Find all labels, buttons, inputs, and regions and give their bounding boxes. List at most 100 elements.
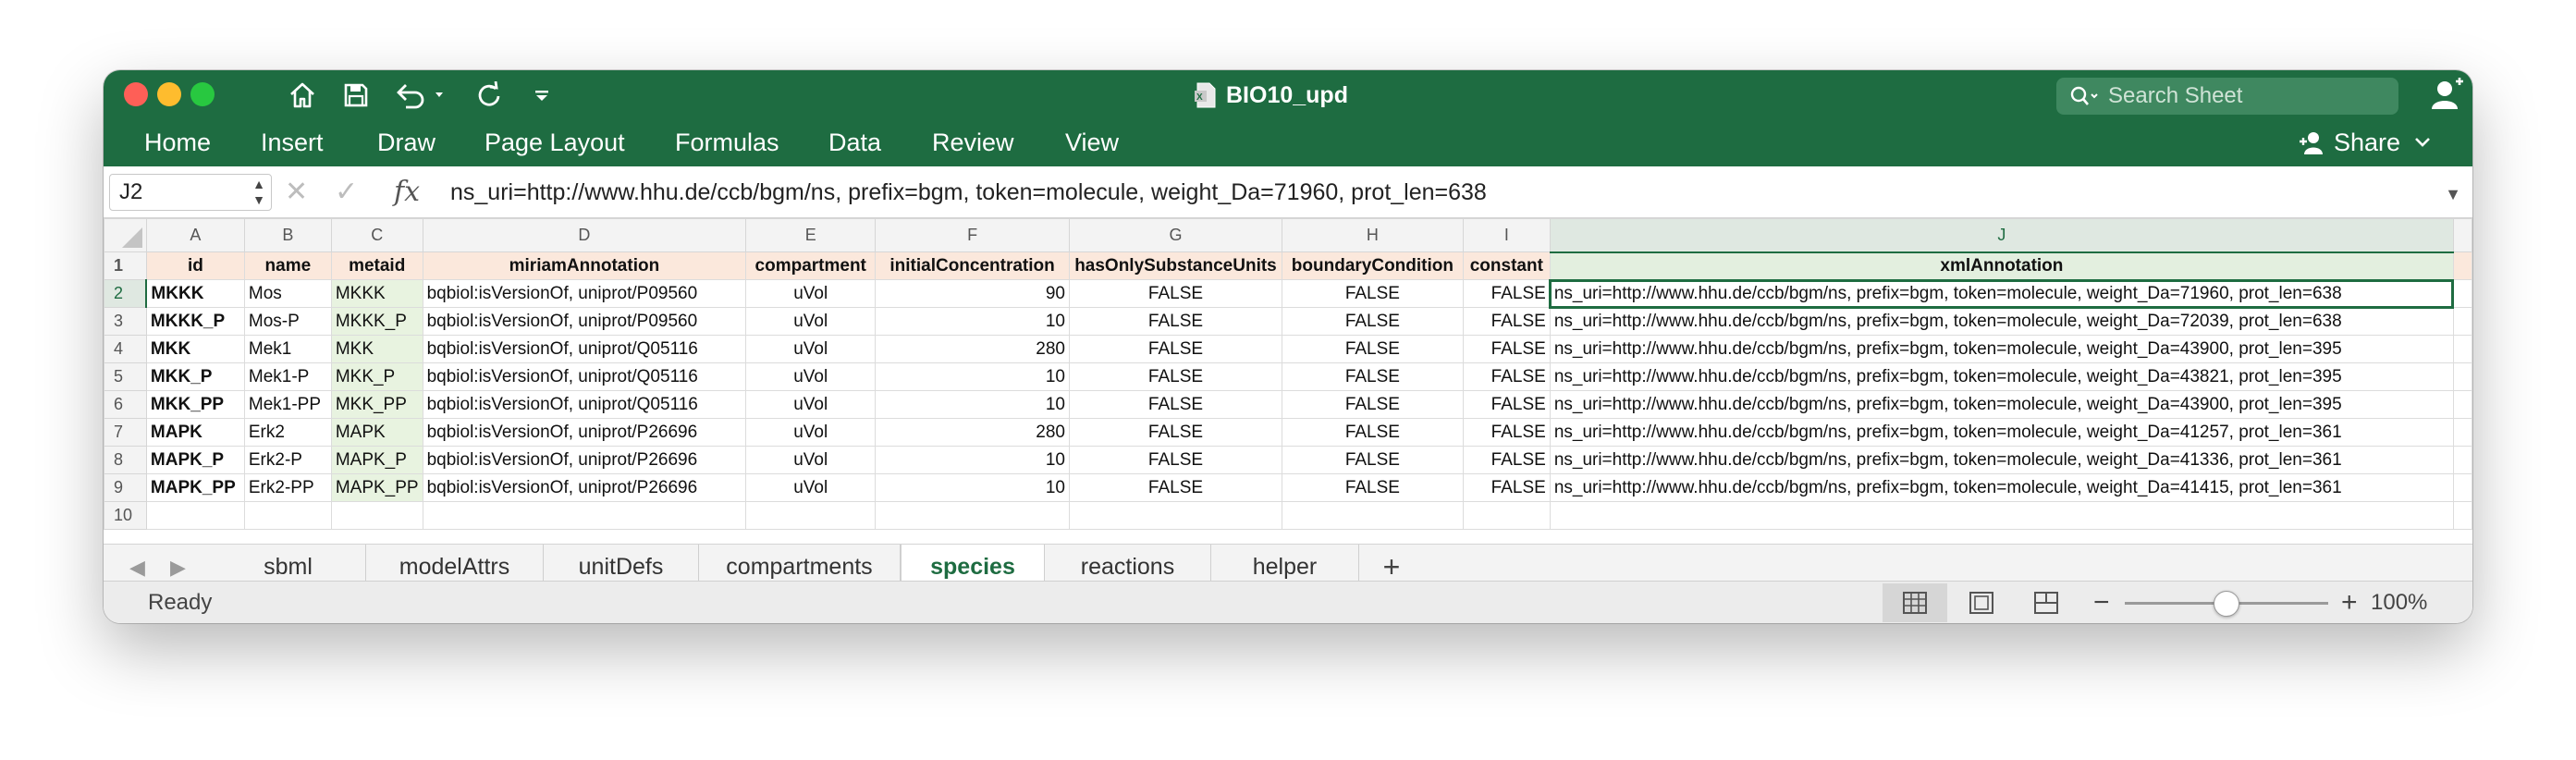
empty-cell[interactable] (875, 501, 1070, 530)
cell-constant[interactable]: FALSE (1462, 390, 1551, 419)
tab-data[interactable]: Data (828, 122, 881, 163)
cell-name[interactable]: Erk2 (243, 418, 332, 447)
cell-id[interactable]: MKKK (145, 279, 245, 308)
insert-function-icon[interactable]: fx (394, 174, 420, 211)
row-header[interactable]: 3 (104, 307, 147, 336)
row-header[interactable]: 4 (104, 335, 147, 363)
cell-compartment[interactable]: uVol (745, 307, 877, 336)
column-header-selected[interactable]: J (1549, 218, 2454, 253)
cell-miriam[interactable]: bqbiol:isVersionOf, uniprot/P09560 (422, 279, 747, 308)
tab-review[interactable]: Review (932, 122, 1014, 163)
page-layout-view-icon[interactable] (1949, 583, 2014, 622)
close-window-button[interactable] (124, 82, 148, 106)
cell-miriam[interactable]: bqbiol:isVersionOf, uniprot/P26696 (422, 473, 747, 502)
next-sheet-icon[interactable]: ▶ (170, 556, 186, 580)
header-cell-constant[interactable]: constant (1462, 251, 1551, 280)
zoom-in-button[interactable]: + (2341, 582, 2358, 623)
empty-cell[interactable] (422, 501, 747, 530)
minimize-window-button[interactable] (157, 82, 181, 106)
share-button[interactable]: Share (2299, 122, 2432, 163)
cell-has-only-substance-units[interactable]: FALSE (1068, 390, 1282, 419)
cell-compartment[interactable]: uVol (745, 362, 877, 391)
row-header[interactable]: 6 (104, 390, 147, 419)
cell-metaid[interactable]: MKK_PP (330, 390, 423, 419)
tab-home[interactable]: Home (144, 122, 211, 163)
normal-view-icon[interactable] (1883, 583, 1947, 622)
cell-name[interactable]: Mos-P (243, 307, 332, 336)
empty-cell[interactable] (2452, 501, 2472, 530)
row-header[interactable]: 1 (104, 251, 147, 280)
save-icon[interactable] (335, 78, 377, 113)
tab-draw[interactable]: Draw (377, 122, 435, 163)
empty-cell[interactable] (1549, 501, 2454, 530)
cell-initial-concentration[interactable]: 10 (875, 473, 1070, 502)
cell-metaid[interactable]: MAPK_PP (330, 473, 423, 502)
header-cell-boundary-condition[interactable]: boundaryCondition (1281, 251, 1464, 280)
column-header[interactable]: H (1281, 218, 1464, 252)
cell-boundary-condition[interactable]: FALSE (1281, 335, 1464, 363)
column-header[interactable]: I (1462, 218, 1551, 252)
cell-id[interactable]: MAPK_PP (145, 473, 245, 502)
row-header[interactable]: 8 (104, 446, 147, 474)
empty-cell[interactable] (2452, 279, 2472, 308)
cell-metaid[interactable]: MAPK_P (330, 446, 423, 474)
cell-xml-annotation[interactable]: ns_uri=http://www.hhu.de/ccb/bgm/ns, pre… (1549, 307, 2454, 336)
empty-cell[interactable] (2452, 362, 2472, 391)
cell-has-only-substance-units[interactable]: FALSE (1068, 362, 1282, 391)
search-input[interactable] (2108, 83, 2376, 109)
column-header[interactable]: E (745, 218, 877, 252)
cell-compartment[interactable]: uVol (745, 390, 877, 419)
cell-metaid[interactable]: MKK_P (330, 362, 423, 391)
cell-initial-concentration[interactable]: 10 (875, 362, 1070, 391)
cell-boundary-condition[interactable]: FALSE (1281, 279, 1464, 308)
page-break-view-icon[interactable] (2014, 583, 2079, 622)
header-cell-name[interactable]: name (243, 251, 332, 280)
zoom-out-button[interactable]: − (2093, 582, 2110, 623)
cell-initial-concentration[interactable]: 10 (875, 390, 1070, 419)
column-header[interactable]: A (145, 218, 245, 252)
cell-compartment[interactable]: uVol (745, 473, 877, 502)
cell-miriam[interactable]: bqbiol:isVersionOf, uniprot/Q05116 (422, 390, 747, 419)
empty-cell[interactable] (2452, 473, 2472, 502)
row-header[interactable]: 7 (104, 418, 147, 447)
cell-initial-concentration[interactable]: 10 (875, 446, 1070, 474)
empty-cell[interactable] (1462, 501, 1551, 530)
empty-cell[interactable] (1068, 501, 1282, 530)
cell-has-only-substance-units[interactable]: FALSE (1068, 446, 1282, 474)
cell-has-only-substance-units[interactable]: FALSE (1068, 307, 1282, 336)
cell-has-only-substance-units[interactable]: FALSE (1068, 335, 1282, 363)
tab-page-layout[interactable]: Page Layout (485, 122, 625, 163)
cell-name[interactable]: Mek1-PP (243, 390, 332, 419)
select-all-corner[interactable] (104, 218, 147, 252)
cell-xml-annotation[interactable]: ns_uri=http://www.hhu.de/ccb/bgm/ns, pre… (1549, 473, 2454, 502)
cell-has-only-substance-units[interactable]: FALSE (1068, 279, 1282, 308)
cell-name[interactable]: Erk2-P (243, 446, 332, 474)
cell-id[interactable]: MKK_P (145, 362, 245, 391)
header-cell-xml-annotation[interactable]: xmlAnnotation (1549, 251, 2454, 280)
cell-xml-annotation[interactable]: ns_uri=http://www.hhu.de/ccb/bgm/ns, pre… (1549, 390, 2454, 419)
empty-cell[interactable] (2452, 307, 2472, 336)
cell-miriam[interactable]: bqbiol:isVersionOf, uniprot/P26696 (422, 418, 747, 447)
confirm-edit-icon[interactable]: ✓ (335, 174, 358, 211)
empty-cell[interactable] (2452, 335, 2472, 363)
undo-icon[interactable] (392, 78, 449, 113)
cell-miriam[interactable]: bqbiol:isVersionOf, uniprot/Q05116 (422, 362, 747, 391)
cell-id[interactable]: MAPK_P (145, 446, 245, 474)
column-header[interactable]: F (875, 218, 1070, 252)
cell-constant[interactable]: FALSE (1462, 473, 1551, 502)
cell-initial-concentration[interactable]: 280 (875, 418, 1070, 447)
cell-name[interactable]: Mek1-P (243, 362, 332, 391)
empty-cell[interactable] (1281, 501, 1464, 530)
cell-xml-annotation[interactable]: ns_uri=http://www.hhu.de/ccb/bgm/ns, pre… (1549, 446, 2454, 474)
cell-id[interactable]: MKK (145, 335, 245, 363)
header-cell-has-only-substance-units[interactable]: hasOnlySubstanceUnits (1068, 251, 1282, 280)
cell-boundary-condition[interactable]: FALSE (1281, 446, 1464, 474)
cell-metaid[interactable]: MKKK_P (330, 307, 423, 336)
empty-cell[interactable] (2452, 446, 2472, 474)
cell-compartment[interactable]: uVol (745, 335, 877, 363)
tab-formulas[interactable]: Formulas (675, 122, 779, 163)
cell-miriam[interactable]: bqbiol:isVersionOf, uniprot/P26696 (422, 446, 747, 474)
cell-constant[interactable]: FALSE (1462, 307, 1551, 336)
empty-cell[interactable] (745, 501, 877, 530)
zoom-slider-thumb[interactable] (2214, 591, 2239, 617)
